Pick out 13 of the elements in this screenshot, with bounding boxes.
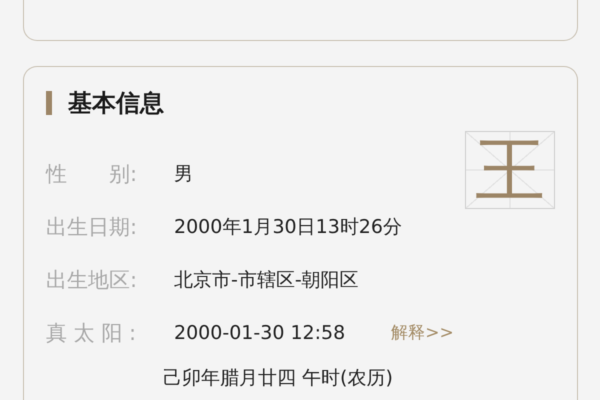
field-value: 2000-01-30 12:58: [174, 322, 346, 344]
field-label: 真 太 阳 :: [46, 320, 138, 346]
explain-link[interactable]: 解释>>: [391, 321, 454, 344]
field-value: 2000年1月30日13时26分: [174, 214, 402, 240]
field-value: 男: [174, 162, 193, 186]
field-label: 性 别:: [46, 160, 138, 188]
field-value: 北京市-市辖区-朝阳区: [174, 268, 359, 292]
lunar-date: 己卯年腊月廿四 午时(农历): [162, 366, 394, 391]
accent-bar: [46, 91, 52, 115]
section-title: 基本信息: [68, 88, 164, 119]
field-label: 出生日期:: [46, 214, 138, 240]
surname-character: 王: [475, 135, 545, 205]
field-label: 出生地区:: [46, 266, 138, 294]
